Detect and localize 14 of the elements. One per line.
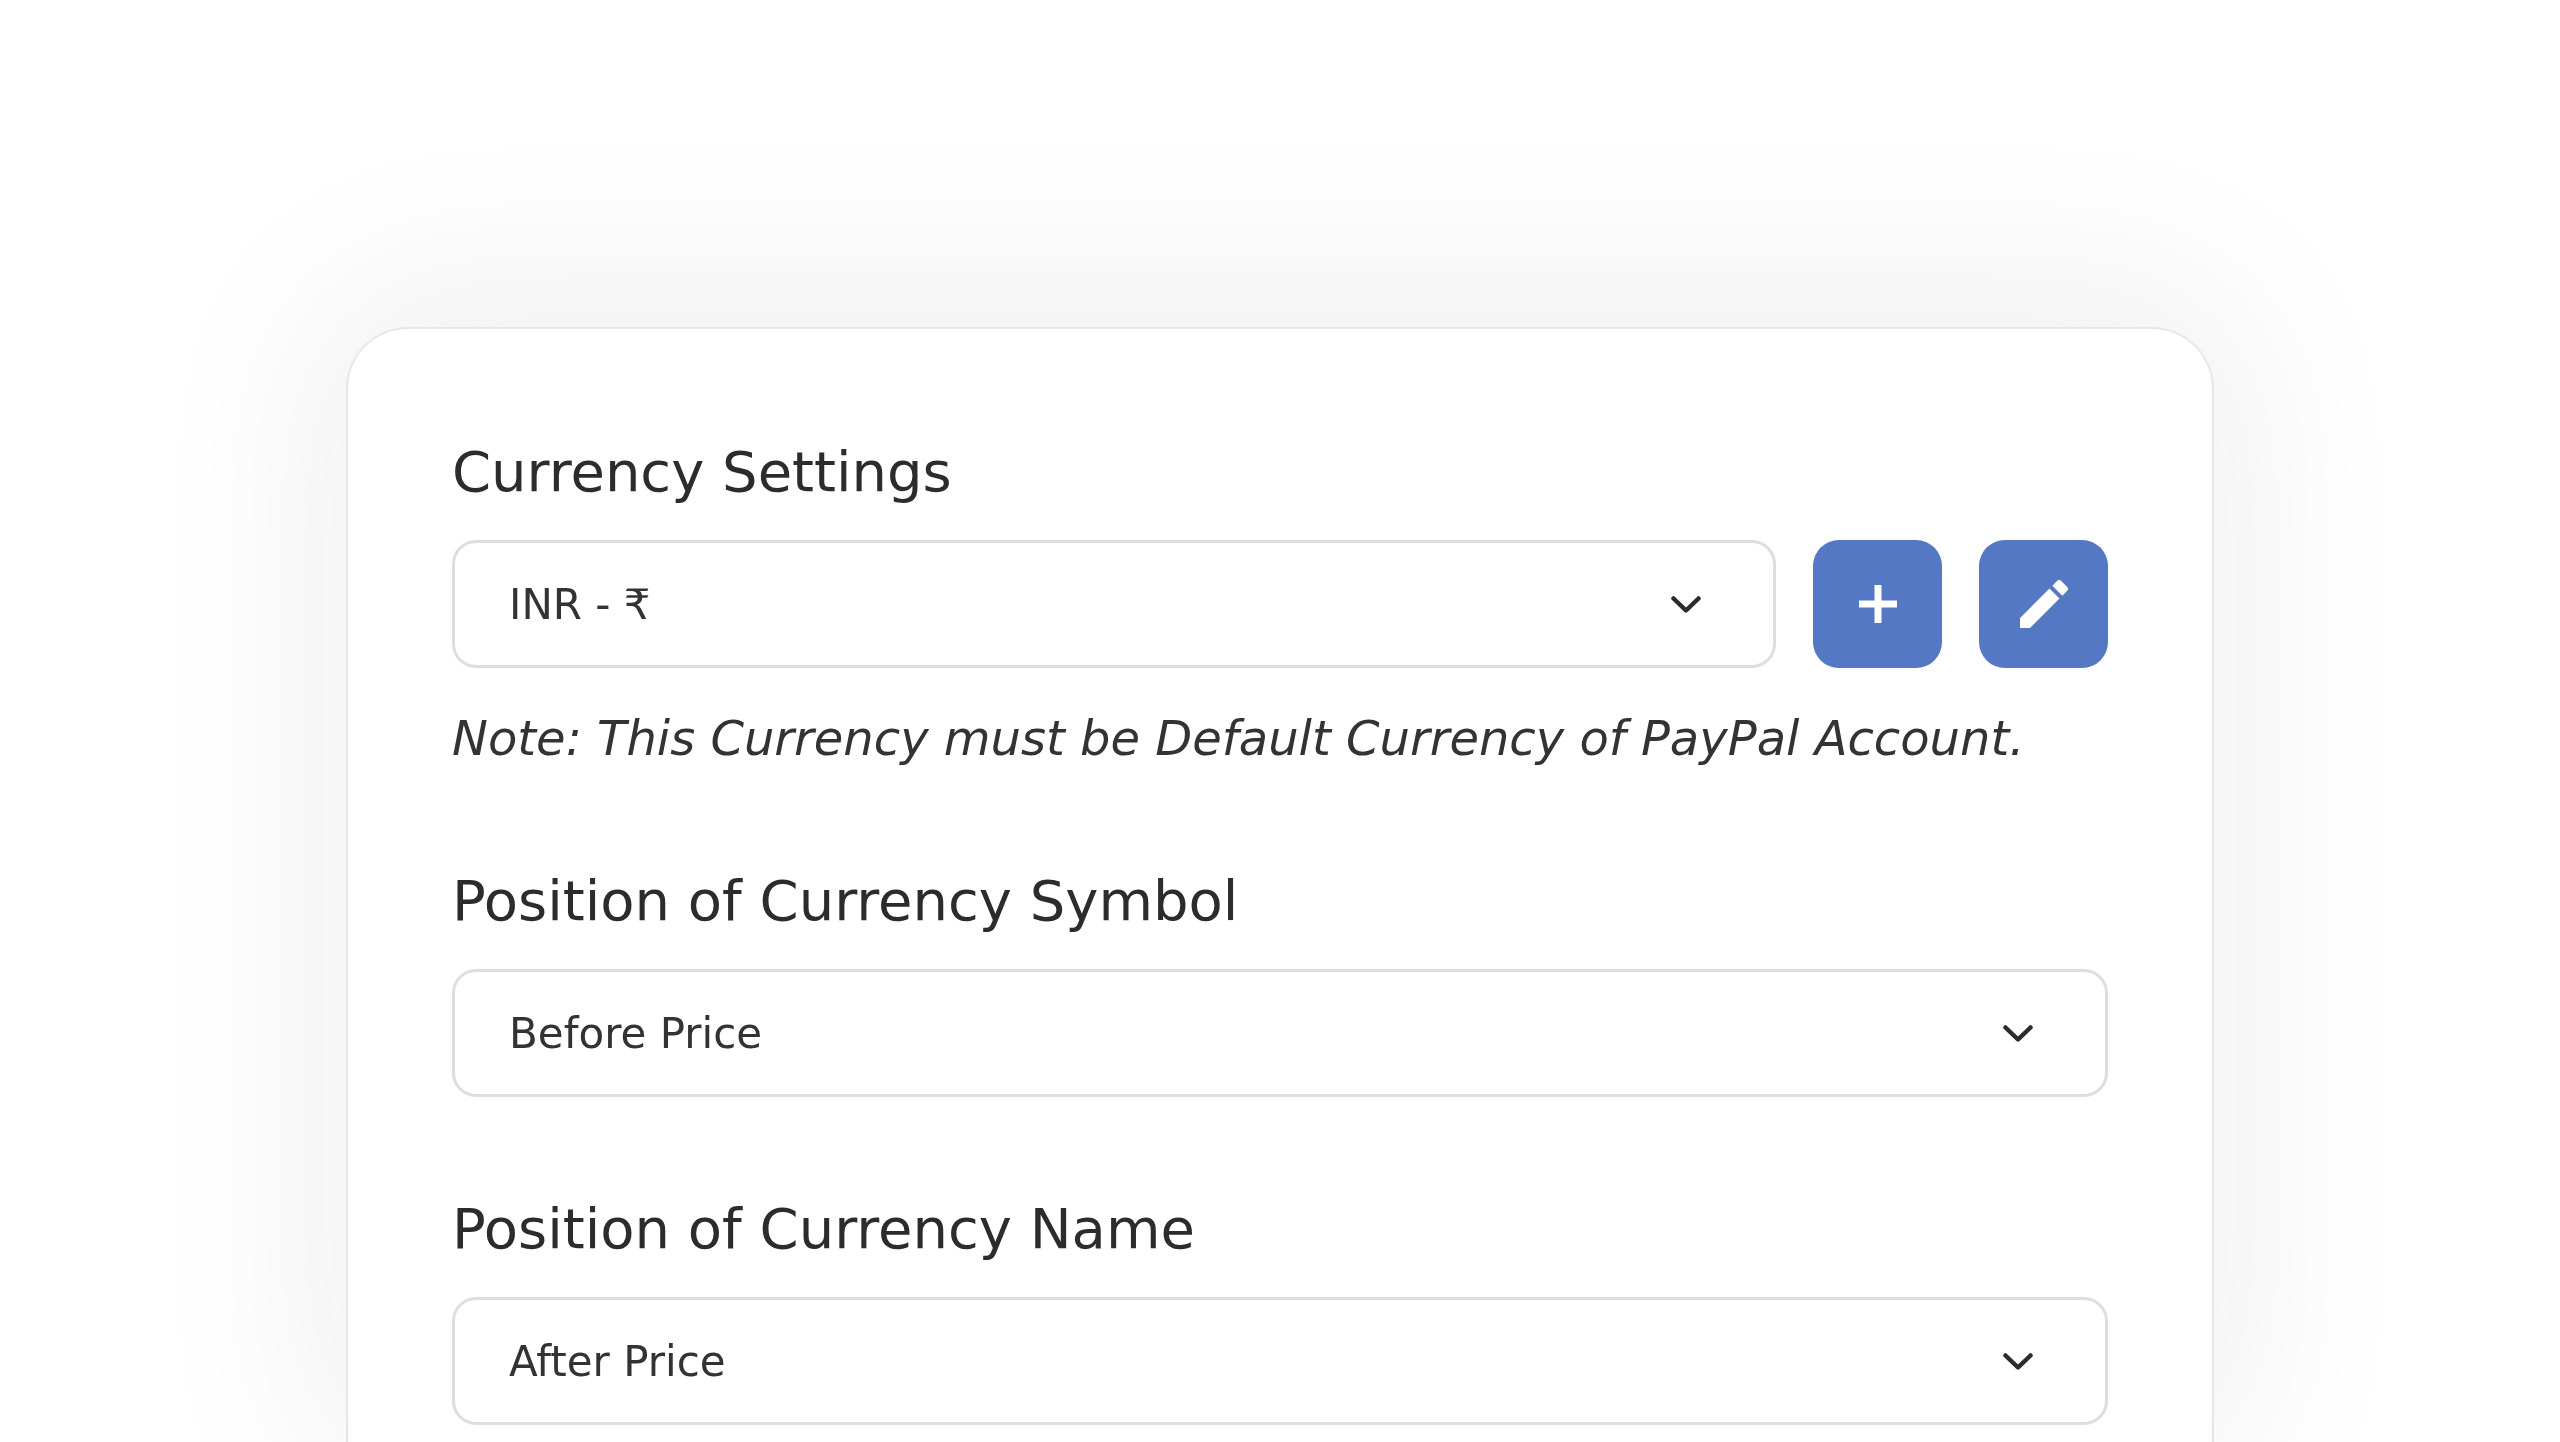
currency-select[interactable]: INR - ₹	[452, 540, 1776, 668]
symbol-position-select[interactable]: Before Price	[452, 969, 2108, 1097]
chevron-down-icon	[2003, 1352, 2033, 1370]
chevron-down-icon	[1671, 595, 1701, 613]
section-heading: Position of Currency Symbol	[452, 867, 1240, 934]
section-heading: Currency Settings	[452, 438, 953, 505]
plus-icon	[1858, 585, 1897, 623]
add-button[interactable]	[1813, 540, 1942, 668]
note-text: Note: This Currency must be Default Currency of PayPal Account.	[452, 709, 2026, 768]
chevron-down-icon	[2003, 1024, 2033, 1042]
name-position-select[interactable]: After Price	[452, 1297, 2108, 1425]
section-heading: Position of Currency Name	[452, 1195, 1196, 1262]
pencil-icon	[2019, 580, 2068, 628]
edit-button[interactable]	[1979, 540, 2108, 668]
